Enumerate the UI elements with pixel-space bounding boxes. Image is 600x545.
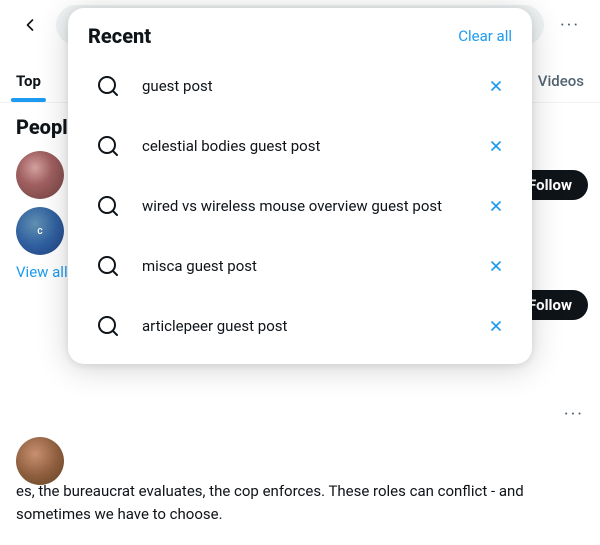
tab-videos[interactable]: Videos — [522, 60, 600, 102]
close-icon-4 — [488, 258, 504, 274]
close-icon-2 — [488, 138, 504, 154]
recent-item-5[interactable]: articlepeer guest post — [68, 296, 532, 356]
close-icon-5 — [488, 318, 504, 334]
close-icon-3 — [488, 198, 504, 214]
recent-title: Recent — [88, 24, 151, 48]
tweet-text: es, the bureaucrat evaluates, the cop en… — [16, 480, 584, 525]
more-button[interactable]: ··· — [552, 7, 588, 43]
remove-button-4[interactable] — [480, 250, 512, 282]
avatar-2: C — [16, 207, 64, 255]
remove-button-3[interactable] — [480, 190, 512, 222]
remove-button-5[interactable] — [480, 310, 512, 342]
recent-text-1: guest post — [142, 77, 466, 95]
avatar-1 — [16, 151, 64, 199]
recent-item-4[interactable]: misca guest post — [68, 236, 532, 296]
recent-search-icon-5 — [88, 306, 128, 346]
recent-text-4: misca guest post — [142, 257, 466, 275]
dropdown-header: Recent Clear all — [68, 8, 532, 56]
recent-item-3[interactable]: wired vs wireless mouse overview guest p… — [68, 176, 532, 236]
tweet-more-icon: ··· — [564, 404, 584, 425]
back-icon — [20, 15, 40, 35]
recent-dropdown: Recent Clear all guest post celestial bo… — [68, 8, 532, 364]
remove-button-2[interactable] — [480, 130, 512, 162]
tab-top[interactable]: Top — [0, 60, 57, 102]
close-icon-1 — [488, 78, 504, 94]
recent-search-icon-2 — [88, 126, 128, 166]
remove-button-1[interactable] — [480, 70, 512, 102]
recent-search-icon-3 — [88, 186, 128, 226]
recent-item-1[interactable]: guest post — [68, 56, 532, 116]
bottom-avatar — [16, 437, 64, 485]
clear-all-button[interactable]: Clear all — [458, 27, 512, 45]
recent-search-icon-4 — [88, 246, 128, 286]
tweet-more-button[interactable]: ··· — [564, 404, 584, 425]
recent-text-5: articlepeer guest post — [142, 317, 466, 335]
more-icon: ··· — [560, 15, 580, 36]
back-button[interactable] — [12, 7, 48, 43]
recent-search-icon-1 — [88, 66, 128, 106]
recent-text-2: celestial bodies guest post — [142, 137, 466, 155]
recent-item-2[interactable]: celestial bodies guest post — [68, 116, 532, 176]
recent-text-3: wired vs wireless mouse overview guest p… — [142, 197, 466, 215]
